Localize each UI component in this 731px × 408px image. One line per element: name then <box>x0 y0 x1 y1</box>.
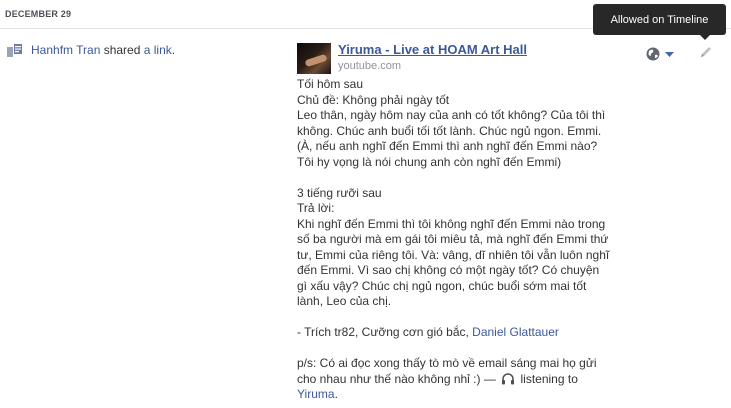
post-line <box>297 310 637 326</box>
ps-prefix: cho nhau như thế nào không nhỉ :) — <box>297 371 500 386</box>
post-line: 3 tiếng rưỡi sau <box>297 185 382 200</box>
thumbnail-hand <box>304 53 328 68</box>
listening-target-line: Yiruma. <box>297 387 637 403</box>
timeline-date-header: DECEMBER 29 <box>5 9 72 19</box>
post-line: Leo thân, ngày hôm nay của anh có tốt kh… <box>297 108 606 122</box>
allowed-on-timeline-tooltip: Allowed on Timeline <box>593 4 726 40</box>
tooltip-arrow <box>700 35 710 40</box>
post-line: gì xấu vậy? Chúc chị ngủ ngon, chúc buổi… <box>297 278 587 293</box>
globe-icon <box>646 47 660 61</box>
post-line: lành, Leo của chị. <box>297 294 392 308</box>
post-body: Tối hôm sau Chủ đề: Không phải ngày tốt … <box>297 77 637 403</box>
activity-verb: shared <box>100 43 144 57</box>
ps-listening-line: cho nhau như thế nào không nhỉ :) — list… <box>297 372 637 388</box>
listening-text: listening to <box>517 371 578 386</box>
post-line: số ba người mà em gái tôi miêu tả, mà ng… <box>297 232 609 246</box>
citation-line: - Trích tr82, Cưỡng cơn gió bắc, Daniel … <box>297 325 637 341</box>
post-line: Chủ đề: Không phải ngày tốt <box>297 92 450 107</box>
video-thumbnail[interactable] <box>297 43 331 74</box>
post-line: đến Emmi. Vì sao chị không có một ngày t… <box>297 263 600 277</box>
post-line: (À, nếu anh nghĩ đến Emmi thì anh nghĩ đ… <box>297 139 598 153</box>
post-line <box>297 170 637 186</box>
share-link-icon <box>7 44 22 57</box>
post-line: Tôi hy vọng là nói chung anh còn nghĩ đế… <box>297 154 562 169</box>
post-line: Tối hôm sau <box>297 77 364 91</box>
activity-end: . <box>171 43 176 57</box>
headphones-icon <box>502 372 515 384</box>
post-line: Trả lời: <box>297 201 335 215</box>
post-line: tư, Emmi của riêng tôi. Và: vâng, dĩ nhi… <box>297 247 610 262</box>
post-line: Khi nghĩ đến Emmi thì tôi không nghĩ đến… <box>297 216 606 231</box>
pencil-icon[interactable] <box>699 45 713 59</box>
author-link[interactable]: Daniel Glattauer <box>472 325 559 339</box>
tooltip-text: Allowed on Timeline <box>610 13 709 26</box>
activity-line: Hanhfm Tran shared a link. <box>31 43 175 57</box>
actor-link[interactable]: Hanhfm Tran <box>31 43 100 57</box>
shared-object-link[interactable]: a link <box>144 43 172 57</box>
post-line: không. Chúc anh buổi tối tốt lành. Chúc … <box>297 123 602 138</box>
listening-target-link[interactable]: Yiruma <box>297 387 335 401</box>
audience-selector[interactable] <box>645 46 679 62</box>
link-title[interactable]: Yiruma - Live at HOAM Art Hall <box>338 42 527 57</box>
listening-end: . <box>334 387 338 401</box>
ps-line: p/s: Có ai đọc xong thấy tò mò về email … <box>297 356 597 370</box>
citation-prefix: - Trích tr82, Cưỡng cơn gió bắc, <box>297 325 473 339</box>
caret-down-icon <box>665 52 674 57</box>
link-source: youtube.com <box>338 60 401 72</box>
